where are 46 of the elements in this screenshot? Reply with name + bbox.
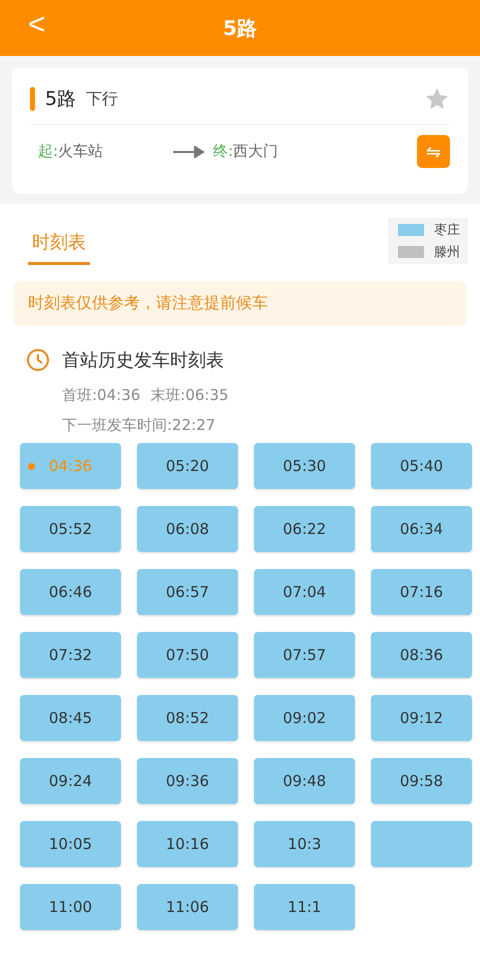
schedule-title: 首站历史发车时刻表 [62,349,224,372]
time-slot[interactable]: 06:46 [20,569,121,615]
route-direction: 下行 [86,88,118,110]
time-slot[interactable]: 08:36 [371,632,472,678]
time-slot[interactable]: 07:04 [254,569,355,615]
time-slot[interactable]: 06:34 [371,506,472,552]
time-slot[interactable]: 10:16 [137,821,238,867]
time-slot[interactable]: 08:52 [137,695,238,741]
time-slot[interactable]: 11:06 [137,884,238,930]
time-slot[interactable]: 05:20 [137,443,238,489]
first-bus-time: 首班:04:36 [62,386,140,405]
clock-icon [26,348,50,372]
time-slot[interactable]: 07:16 [371,569,472,615]
last-bus-time: 末班:06:35 [150,386,229,405]
time-slot[interactable]: 09:36 [137,758,238,804]
time-slot[interactable]: 06:22 [254,506,355,552]
time-slot[interactable]: 11:00 [20,884,121,930]
time-slot[interactable]: 09:12 [371,695,472,741]
time-slot[interactable]: 08:45 [20,695,121,741]
start-stop: 起:火车站 [38,142,104,161]
time-slot[interactable]: 07:57 [254,632,355,678]
current-dot [28,463,35,470]
time-slot[interactable]: 05:40 [371,443,472,489]
time-slot[interactable]: 09:58 [371,758,472,804]
time-slot[interactable]: 06:57 [137,569,238,615]
end-stop: 终:西大门 [213,142,278,161]
legend-label: 枣庄 [434,222,460,239]
accent-bar [30,87,35,111]
time-slot[interactable]: 09:48 [254,758,355,804]
time-slot[interactable]: 06:08 [137,506,238,552]
time-slot[interactable]: 09:02 [254,695,355,741]
arrow-icon [173,146,206,158]
next-bus-time: 下一班发车时间:22:27 [62,416,216,434]
time-slot[interactable]: 07:32 [20,632,121,678]
time-slot[interactable]: 07:50 [137,632,238,678]
time-slot[interactable]: 05:30 [254,443,355,489]
time-slot[interactable]: 09:24 [20,758,121,804]
time-slot[interactable] [371,821,472,867]
legend-label: 滕州 [434,244,460,261]
notice-banner: 时刻表仅供参考，请注意提前候车 [14,281,466,326]
time-slot[interactable]: 10:05 [20,821,121,867]
time-slot[interactable]: 11:1 [254,884,355,930]
route-name: 5路 [45,87,76,112]
time-slot[interactable]: 05:52 [20,506,121,552]
page-title: 5路 [223,14,257,42]
time-slot[interactable]: 10:3 [254,821,355,867]
